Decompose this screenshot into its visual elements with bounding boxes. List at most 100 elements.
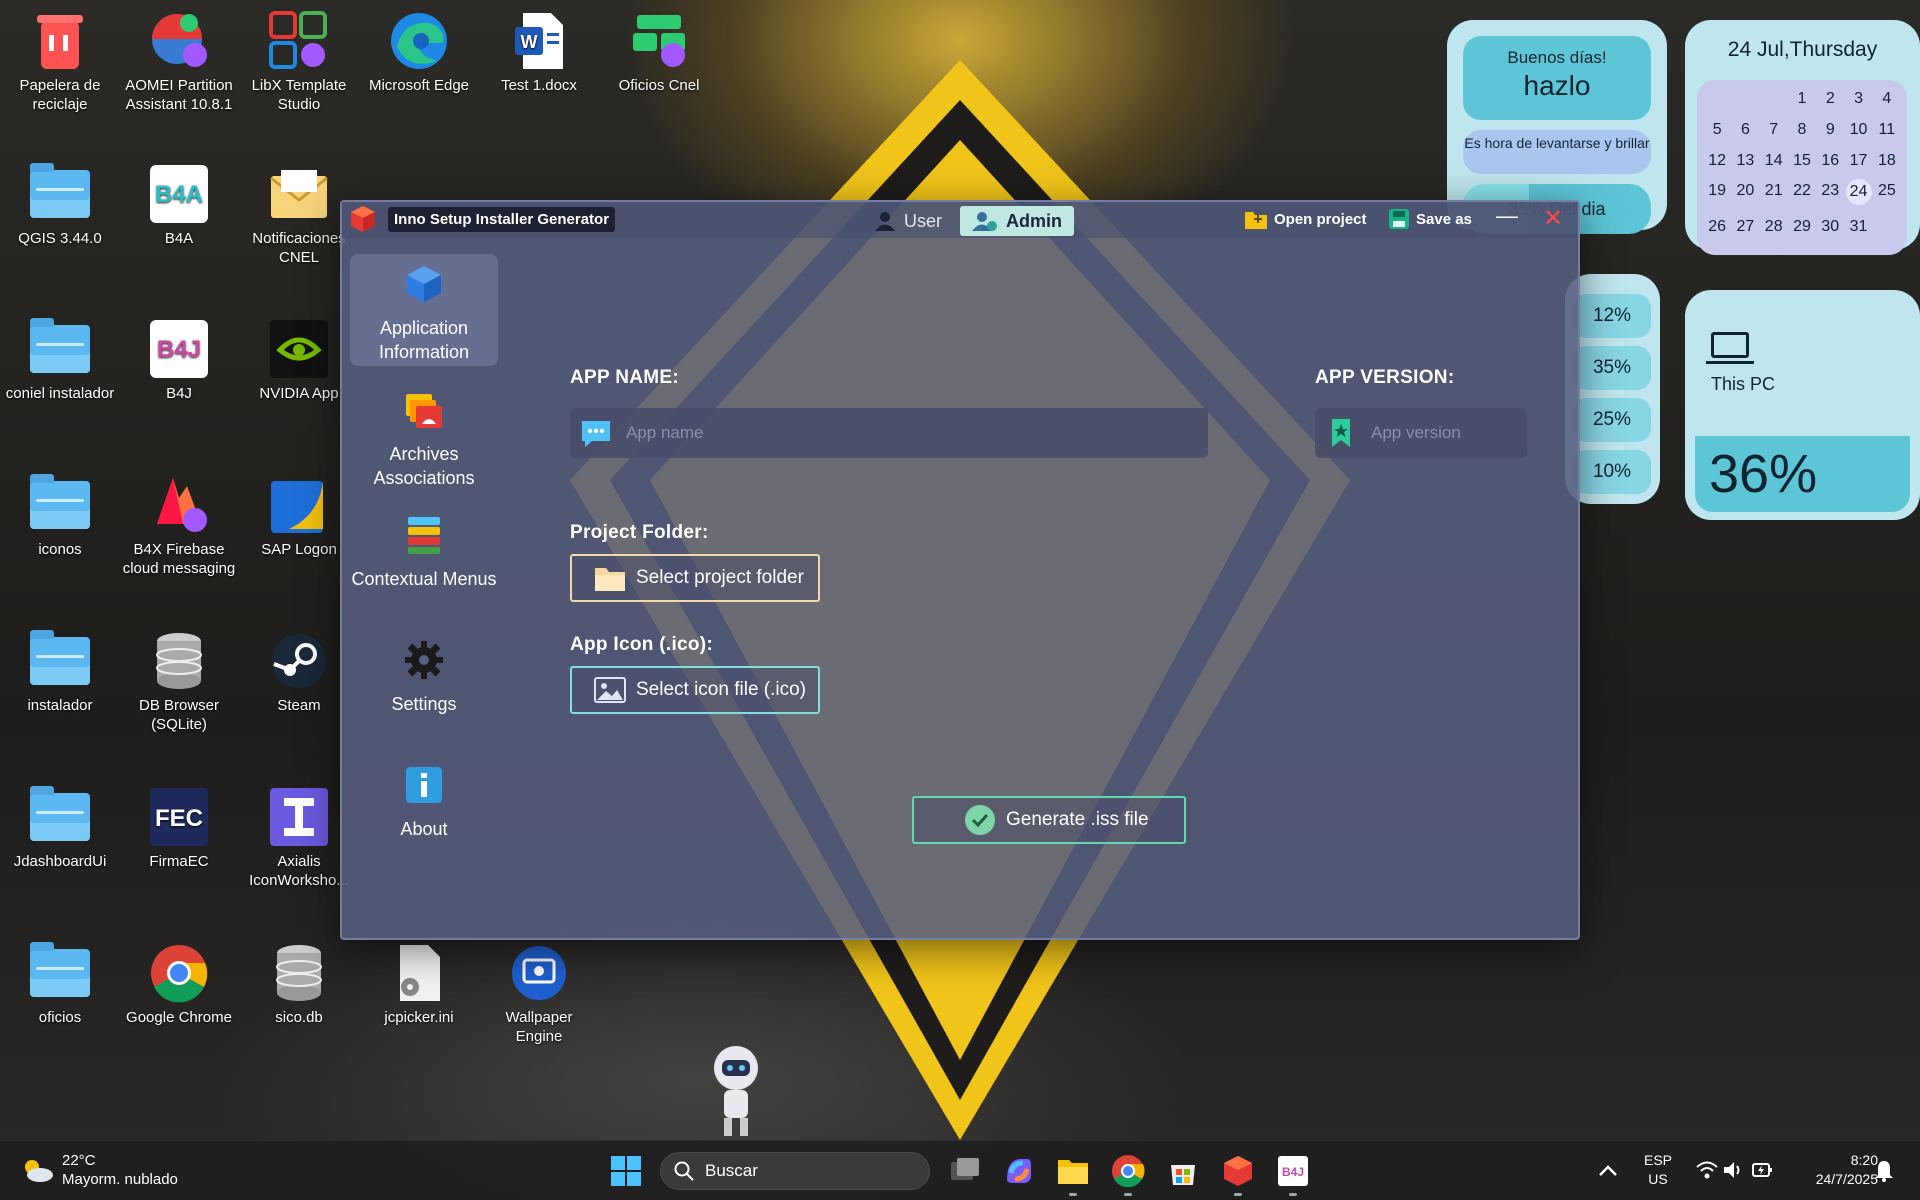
- nav-about[interactable]: About: [350, 757, 498, 847]
- greeting-line2: hazlo: [1523, 70, 1591, 101]
- calendar-day[interactable]: 13: [1731, 152, 1759, 179]
- this-pc-widget[interactable]: This PC 36%: [1685, 290, 1920, 520]
- calendar-day[interactable]: 25: [1873, 182, 1901, 214]
- calendar-day[interactable]: 28: [1760, 218, 1788, 245]
- app-version-input[interactable]: [1371, 423, 1527, 443]
- desktop-icon-recycle-bin[interactable]: Papelera de reciclaje: [2, 10, 118, 114]
- calendar-day[interactable]: 4: [1873, 90, 1901, 117]
- weather-widget[interactable]: 22°C Mayorm. nublado: [20, 1151, 178, 1189]
- calendar-day[interactable]: 30: [1816, 218, 1844, 245]
- select-icon-file-button[interactable]: Select icon file (.ico): [570, 666, 820, 714]
- desktop-icon-b4j[interactable]: B4J B4J: [121, 318, 237, 403]
- desktop-icon-label: Test 1.docx: [501, 77, 577, 94]
- desktop-icon-firebase[interactable]: B4X Firebase cloud messaging: [121, 474, 237, 578]
- desktop-icon-b4a[interactable]: B4A B4A: [121, 163, 237, 248]
- calendar-day[interactable]: 8: [1788, 121, 1816, 148]
- wifi-icon[interactable]: [1696, 1159, 1718, 1181]
- calendar-day[interactable]: 14: [1760, 152, 1788, 179]
- desktop-icon-jdashboard[interactable]: JdashboardUi: [2, 786, 118, 871]
- calendar-day[interactable]: 27: [1731, 218, 1759, 245]
- calendar-day[interactable]: 15: [1788, 152, 1816, 179]
- generate-iss-button[interactable]: Generate .iss file: [912, 796, 1186, 844]
- calendar-day[interactable]: 16: [1816, 152, 1844, 179]
- calendar-day[interactable]: 22: [1788, 182, 1816, 214]
- calendar-day[interactable]: 17: [1844, 152, 1872, 179]
- calendar-day[interactable]: 9: [1816, 121, 1844, 148]
- user-mode-button[interactable]: User: [862, 206, 954, 236]
- clock[interactable]: 8:20 24/7/2025: [1788, 1151, 1878, 1189]
- desktop-icon-sico-db[interactable]: sico.db: [241, 942, 357, 1027]
- greeting-card: Buenos días! hazlo: [1463, 36, 1651, 120]
- desktop-icon-libx[interactable]: LibX Template Studio: [241, 10, 357, 114]
- nav-settings[interactable]: Settings: [350, 632, 498, 722]
- calendar-day[interactable]: 29: [1788, 218, 1816, 245]
- desktop-icon-chrome[interactable]: Google Chrome: [121, 942, 237, 1027]
- open-project-button[interactable]: Open project: [1244, 208, 1367, 230]
- copilot-icon[interactable]: [1001, 1153, 1037, 1189]
- nav-application-information[interactable]: Application Information: [350, 254, 498, 366]
- calendar-day[interactable]: 3: [1844, 90, 1872, 117]
- calendar-day[interactable]: 21: [1760, 182, 1788, 214]
- app-icon-label: App Icon (.ico):: [570, 634, 714, 655]
- desktop-icon-instalador[interactable]: instalador: [2, 630, 118, 715]
- minimize-button[interactable]: —: [1492, 204, 1522, 234]
- nav-archives-associations[interactable]: Archives Associations: [350, 382, 498, 494]
- admin-mode-button[interactable]: Admin: [960, 206, 1074, 236]
- language-indicator[interactable]: ESP US: [1638, 1151, 1678, 1189]
- calendar-day[interactable]: 20: [1731, 182, 1759, 214]
- greeting-widget[interactable]: Buenos días! hazlo Es hora de levantarse…: [1447, 20, 1667, 234]
- desktop-icon-coniel[interactable]: coniel instalador: [2, 318, 118, 403]
- nav-contextual-menus[interactable]: Contextual Menus: [350, 507, 498, 619]
- select-project-folder-button[interactable]: Select project folder: [570, 554, 820, 602]
- word-doc-icon: W: [508, 10, 570, 72]
- title-bar[interactable]: Inno Setup Installer Generator User Admi…: [342, 202, 1578, 238]
- calendar-day[interactable]: 2: [1816, 90, 1844, 117]
- calendar-day[interactable]: 23: [1816, 182, 1844, 214]
- calendar-day[interactable]: 7: [1760, 121, 1788, 148]
- calendar-header: 24 Jul,Thursday: [1727, 38, 1878, 61]
- desktop-icon-test-docx[interactable]: W Test 1.docx: [481, 10, 597, 95]
- calendar-widget[interactable]: 24 Jul,Thursday 1 2 3 4 5 6 7 8 9 10 11 12 13 14 15 16 1…: [1685, 20, 1920, 255]
- calendar-day[interactable]: 26: [1703, 218, 1731, 245]
- desktop-icon-oficios[interactable]: oficios: [2, 942, 118, 1027]
- calendar-day[interactable]: 18: [1873, 152, 1901, 179]
- desktop-icon-jcpicker[interactable]: jcpicker.ini: [361, 942, 477, 1027]
- task-view-icon[interactable]: [947, 1153, 983, 1189]
- chevron-up-icon[interactable]: [1594, 1157, 1622, 1185]
- b4j-taskbar-icon[interactable]: B4J: [1275, 1153, 1311, 1189]
- app-name-input[interactable]: [626, 423, 1208, 443]
- desktop-icon-dbbrowser[interactable]: DB Browser (SQLite): [121, 630, 237, 734]
- desktop-icon-edge[interactable]: Microsoft Edge: [361, 10, 477, 95]
- microsoft-store-icon[interactable]: [1165, 1153, 1201, 1189]
- desktop-icon-firmaec[interactable]: FEC FirmaEC: [121, 786, 237, 871]
- chrome-taskbar-icon[interactable]: [1110, 1153, 1146, 1189]
- taskbar-search[interactable]: Buscar: [660, 1152, 930, 1190]
- save-as-button[interactable]: Save as: [1388, 208, 1472, 230]
- cube-icon: [407, 266, 441, 302]
- calendar-day[interactable]: 1: [1788, 90, 1816, 117]
- calendar-day[interactable]: 31: [1844, 218, 1872, 245]
- desktop-icon-qgis[interactable]: QGIS 3.44.0: [2, 163, 118, 248]
- desktop-icon-wallpaper-engine[interactable]: Wallpaper Engine: [481, 942, 597, 1046]
- calendar-day[interactable]: 5: [1703, 121, 1731, 148]
- desktop-icon-aomei[interactable]: AOMEI Partition Assistant 10.8.1: [121, 10, 237, 114]
- calendar-day[interactable]: 19: [1703, 182, 1731, 214]
- notification-bell-icon[interactable]: [1872, 1159, 1896, 1183]
- desktop-icon-iconos[interactable]: iconos: [2, 474, 118, 559]
- calendar-day[interactable]: 6: [1731, 121, 1759, 148]
- calendar-day[interactable]: 11: [1873, 121, 1901, 148]
- inno-setup-generator-window[interactable]: Inno Setup Installer Generator User Admi…: [340, 200, 1580, 940]
- app-logo-icon: [351, 206, 375, 232]
- calendar-day[interactable]: 24: [1845, 179, 1872, 206]
- desktop-icon-oficios-cnel[interactable]: Oficios Cnel: [601, 10, 717, 95]
- start-windows-icon[interactable]: [608, 1153, 644, 1189]
- nav-label: Contextual Menus: [351, 569, 497, 589]
- volume-icon[interactable]: [1722, 1159, 1744, 1181]
- calendar-day[interactable]: 12: [1703, 152, 1731, 179]
- battery-charging-icon[interactable]: [1750, 1158, 1774, 1182]
- calendar-day[interactable]: 10: [1844, 121, 1872, 148]
- inno-setup-taskbar-icon[interactable]: [1220, 1153, 1256, 1189]
- close-button[interactable]: ✕: [1538, 204, 1568, 234]
- chat-bubble-icon: [582, 421, 610, 447]
- file-explorer-icon[interactable]: [1055, 1153, 1091, 1189]
